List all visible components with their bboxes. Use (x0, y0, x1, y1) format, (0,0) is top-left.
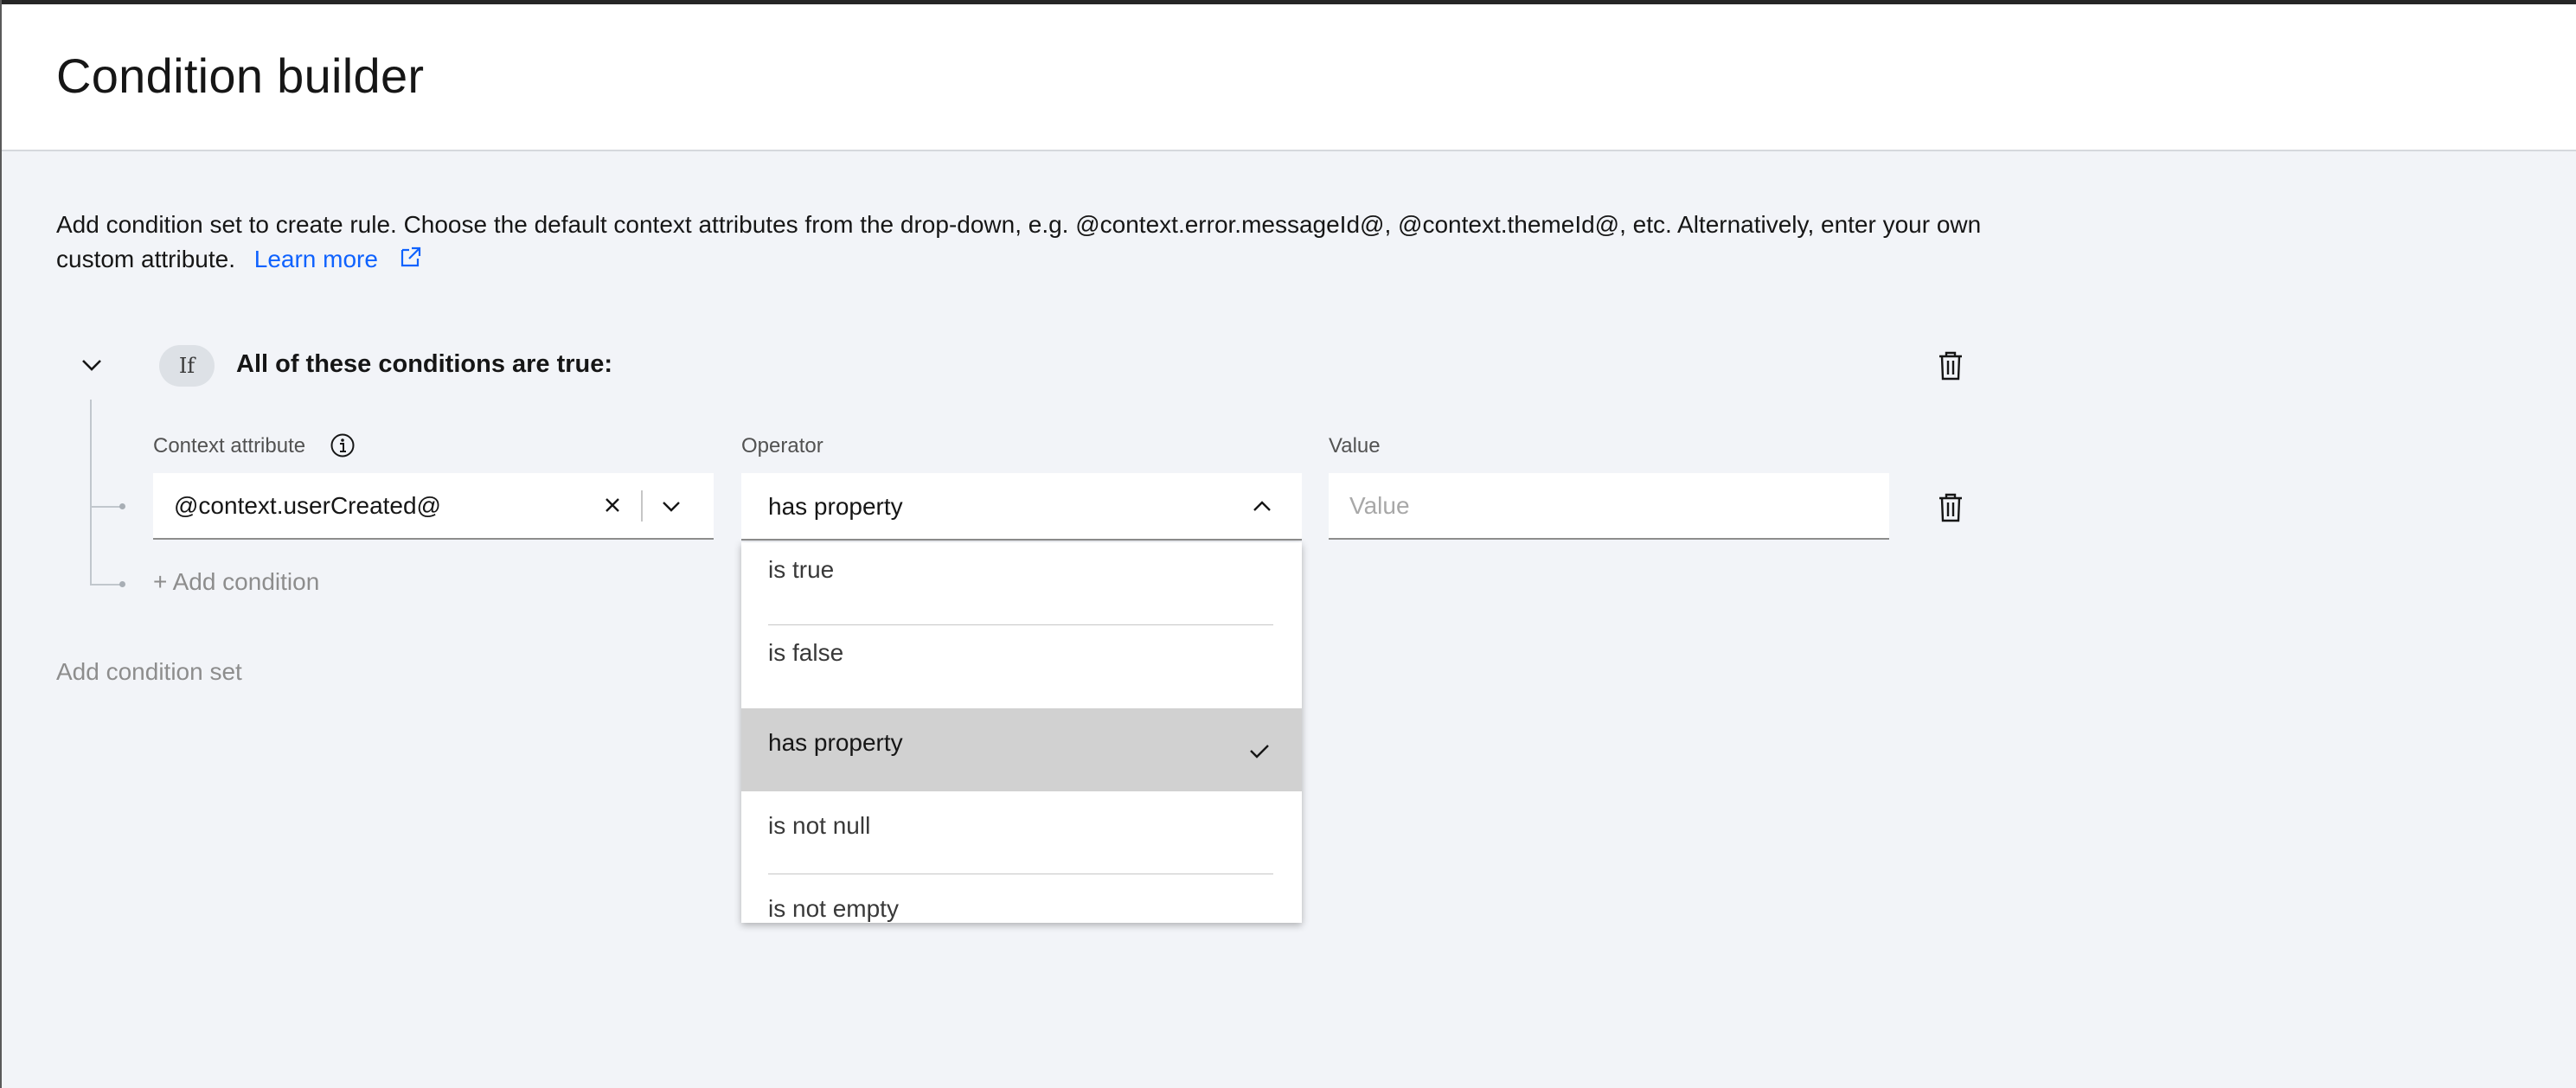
operator-option-is-not-null[interactable]: is not null (741, 791, 1302, 874)
page-header: Condition builder (2, 4, 2576, 151)
information-icon[interactable] (330, 432, 356, 458)
option-label: has property (768, 729, 903, 756)
add-condition-set-button[interactable]: Add condition set (56, 658, 242, 686)
value-label: Value (1329, 434, 1381, 458)
trash-can-icon[interactable] (1938, 351, 1964, 381)
trash-can-icon[interactable] (1938, 493, 1964, 522)
page-title: Condition builder (56, 48, 425, 103)
chevron-up-icon[interactable] (1247, 492, 1277, 522)
operator-label: Operator (741, 434, 823, 458)
launch-icon (400, 246, 420, 267)
option-label: is not empty (768, 895, 899, 922)
context-attribute-value[interactable]: @context.userCreated@ (174, 492, 441, 520)
chevron-down-icon[interactable] (657, 492, 686, 522)
operator-option-is-true[interactable]: is true (741, 542, 1302, 618)
tree-dot (119, 503, 125, 509)
window-left-border (0, 0, 2, 1088)
context-attribute-combobox[interactable]: @context.userCreated@ (153, 473, 714, 540)
context-attribute-label: Context attribute (153, 434, 306, 458)
operator-option-is-not-empty[interactable]: is not empty (741, 874, 1302, 923)
learn-more-link[interactable]: Learn more (254, 246, 423, 272)
close-icon[interactable] (598, 490, 627, 520)
combobox-divider (641, 490, 643, 522)
value-input[interactable] (1329, 473, 1889, 540)
chevron-down-icon[interactable] (76, 349, 107, 381)
if-tag: If (159, 345, 215, 387)
option-label: is not null (768, 812, 871, 839)
operator-value: has property (768, 493, 903, 520)
checkmark-icon (1250, 745, 1269, 758)
learn-more-label: Learn more (253, 246, 378, 272)
page-description: Add condition set to create rule. Choose… (56, 208, 1994, 277)
option-label: is false (768, 639, 844, 666)
tree-dot (119, 581, 125, 587)
operator-option-has-property[interactable]: has property (741, 708, 1302, 791)
tree-connector-add (90, 584, 123, 586)
add-condition-button[interactable]: + Add condition (153, 568, 319, 596)
operator-dropdown-menu: is true is false has property is not nul… (741, 542, 1302, 923)
operator-select[interactable]: has property (741, 473, 1302, 541)
operator-option-is-false[interactable]: is false (741, 618, 1302, 701)
option-label: is true (768, 556, 835, 583)
condition-set-title: All of these conditions are true: (236, 350, 613, 378)
tree-connector-vertical (90, 400, 92, 585)
tree-connector-condition (90, 506, 123, 508)
